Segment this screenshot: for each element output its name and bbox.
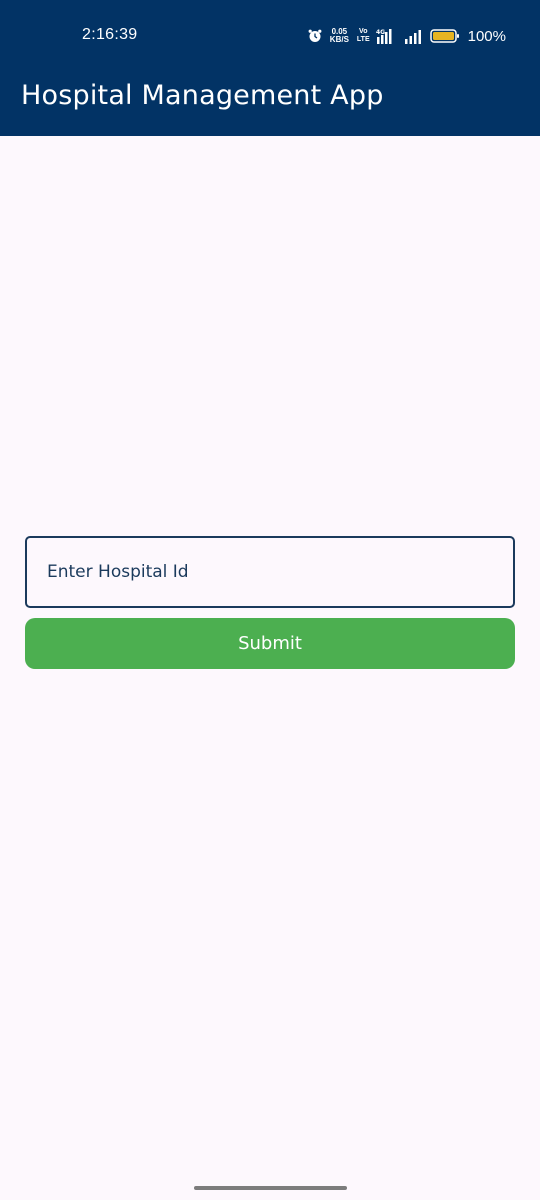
battery-percent: 100%	[467, 27, 506, 45]
status-bar: 2:16:39 0.05 KB/S Vo LTE 4G 100%	[0, 0, 540, 72]
network-type: 4G	[376, 29, 385, 36]
page-title: Hospital Management App	[21, 80, 384, 111]
gesture-navigation-bar[interactable]	[194, 1186, 347, 1190]
volte-indicator: Vo LTE	[357, 28, 370, 44]
volte-bottom: LTE	[356, 36, 370, 43]
hospital-id-input[interactable]	[25, 536, 515, 608]
signal-icon	[404, 28, 424, 44]
submit-button[interactable]: Submit	[25, 618, 515, 669]
status-time: 2:16:39	[82, 26, 138, 43]
network-speed-unit: KB/S	[329, 35, 349, 44]
battery-icon	[429, 28, 460, 44]
status-icons: 0.05 KB/S Vo LTE 4G 100%	[308, 24, 506, 48]
volte-top: Vo	[359, 28, 368, 35]
alarm-icon	[308, 29, 322, 43]
app-header: 2:16:39 0.05 KB/S Vo LTE 4G 100% Hospita…	[0, 0, 540, 136]
signal-4g-icon: 4G	[376, 28, 398, 44]
network-speed: 0.05 KB/S	[330, 28, 349, 44]
